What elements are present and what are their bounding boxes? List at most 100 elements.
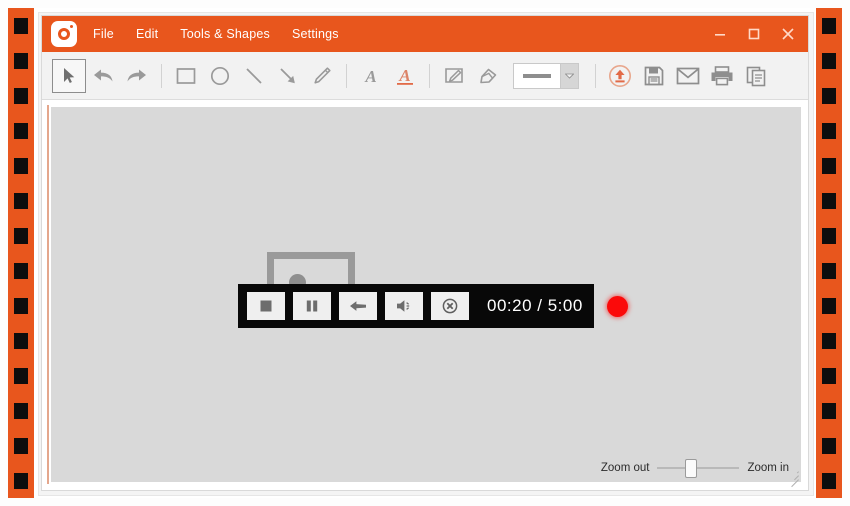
tool-line[interactable] [237,59,271,93]
film-perforation [822,437,836,454]
camera-dot-icon [70,25,73,28]
speaker-mute-icon [397,300,410,312]
recording-stop-button[interactable] [247,292,285,320]
menu-bar: File Edit Tools & Shapes Settings [93,27,339,41]
tool-note[interactable] [437,59,471,93]
film-perforation [822,17,836,34]
film-perforation [822,332,836,349]
tool-highlighter[interactable] [471,59,505,93]
film-perforation [14,472,28,489]
menu-item-tools-shapes[interactable]: Tools & Shapes [180,27,270,41]
menu-item-edit[interactable]: Edit [136,27,158,41]
tool-arrow[interactable] [271,59,305,93]
film-strip-left [8,8,34,498]
pause-bars-icon [306,300,318,312]
film-perforation [822,402,836,419]
tool-redo[interactable] [120,59,154,93]
film-perforation [14,332,28,349]
zoom-control: Zoom out Zoom in [601,459,789,478]
menu-item-file[interactable]: File [93,27,114,41]
back-arrow-icon [350,301,366,311]
recording-cancel-button[interactable] [431,292,469,320]
line-width-selector[interactable] [513,62,579,89]
film-perforation [14,17,28,34]
text-a-icon: A [364,67,376,86]
film-perforation [14,402,28,419]
svg-text:A: A [364,67,376,86]
toolbar: A A [42,52,808,100]
tool-undo[interactable] [86,59,120,93]
cancel-circle-x-icon [442,298,458,314]
redo-arrow-icon [127,69,146,81]
close-icon [782,28,794,40]
film-perforation [14,52,28,69]
tool-upload[interactable] [603,59,637,93]
film-perforation [822,367,836,384]
maximize-icon [748,28,760,40]
zoom-slider[interactable] [657,459,740,478]
undo-arrow-icon [94,69,113,81]
line-width-dropdown-button[interactable] [561,62,579,89]
line-width-sample [523,73,551,78]
highlighter-icon [480,68,497,83]
arrow-icon [280,67,295,83]
film-perforation [14,192,28,209]
menu-item-settings[interactable]: Settings [292,27,339,41]
printer-icon [711,65,733,85]
recording-pause-button[interactable] [293,292,331,320]
note-pencil-icon [445,67,463,83]
film-perforation [822,472,836,489]
tool-rectangle[interactable] [169,59,203,93]
clipboard-copy-icon [746,66,766,86]
maximize-button[interactable] [738,20,770,48]
tool-text-colored[interactable]: A [388,59,422,93]
application-window: File Edit Tools & Shapes Settings A A 00… [41,15,809,491]
title-bar: File Edit Tools & Shapes Settings [42,16,808,52]
minimize-button[interactable] [704,20,736,48]
line-width-preview [513,62,561,89]
resize-grip[interactable] [788,469,799,488]
line-icon [246,67,262,84]
film-perforation [822,297,836,314]
recording-mute-button[interactable] [385,292,423,320]
film-perforation [822,52,836,69]
tool-text[interactable]: A [354,59,388,93]
tool-ellipse[interactable] [203,59,237,93]
rectangle-icon [176,67,196,84]
tool-pencil[interactable] [305,59,339,93]
recording-back-button[interactable] [339,292,377,320]
zoom-out-label[interactable]: Zoom out [601,462,650,474]
screenshot-root: File Edit Tools & Shapes Settings A A 00… [0,0,850,506]
film-perforation [822,87,836,104]
close-button[interactable] [772,20,804,48]
tool-email[interactable] [671,59,705,93]
toolbar-separator-3 [429,63,430,88]
film-perforation [14,367,28,384]
window-controls [704,16,804,52]
tool-print[interactable] [705,59,739,93]
floppy-disk-icon [644,66,664,85]
film-perforation [14,122,28,139]
record-dot-icon [606,295,628,317]
text-a-underline-icon: A [397,66,413,85]
film-perforation [14,262,28,279]
zoom-in-label[interactable]: Zoom in [747,462,789,474]
film-perforation [14,437,28,454]
zoom-slider-handle[interactable] [685,459,698,478]
recording-control-bar: 00:20 / 5:00 [238,284,628,328]
canvas-area[interactable]: 00:20 / 5:00 Zoom out Zoom in [47,105,803,488]
pencil-icon [314,66,331,84]
film-perforation [822,262,836,279]
toolbar-separator-2 [346,63,347,88]
drawing-canvas[interactable]: 00:20 / 5:00 Zoom out Zoom in [51,107,801,488]
tool-save[interactable] [637,59,671,93]
tool-copy[interactable] [739,59,773,93]
envelope-icon [676,67,700,84]
film-strip-right [816,8,842,498]
film-perforation [822,192,836,209]
recording-time-display: 00:20 / 5:00 [487,296,583,315]
chevron-down-icon [565,73,574,79]
minimize-icon [715,34,725,36]
tool-select[interactable] [52,58,86,93]
film-perforation [822,122,836,139]
